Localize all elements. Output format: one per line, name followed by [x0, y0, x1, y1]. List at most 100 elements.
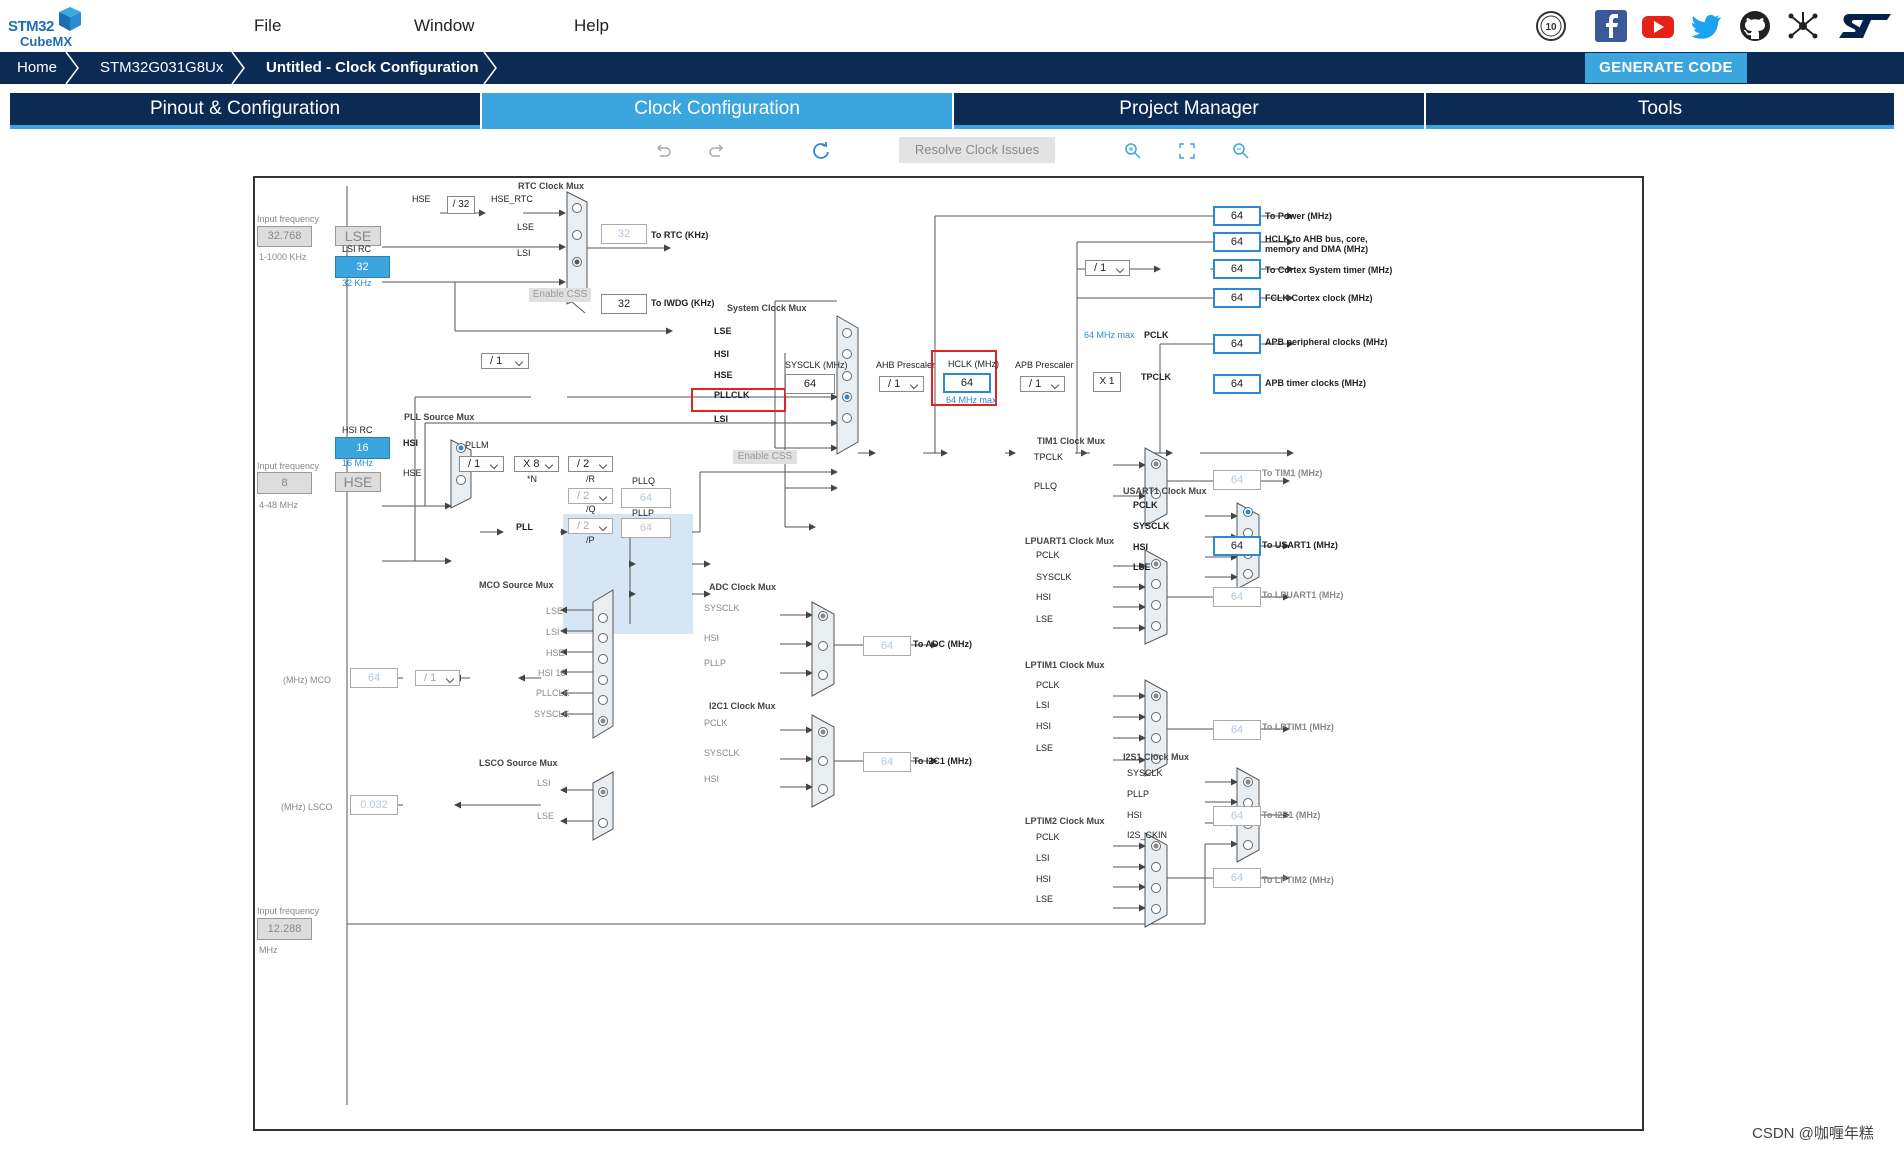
lptim1-pclk-label: PCLK	[1036, 680, 1060, 690]
tab-clock[interactable]: Clock Configuration	[482, 93, 952, 129]
i2s1-output: 64	[1213, 806, 1261, 826]
hse-source-block[interactable]: HSE	[335, 472, 381, 492]
mco-divider-select[interactable]: / 1	[415, 670, 460, 686]
chevron-right-icon	[65, 52, 79, 84]
youtube-icon[interactable]	[1640, 8, 1676, 44]
mco-lsi-label: LSI	[546, 627, 560, 637]
rtc-clock-mux-label: RTC Clock Mux	[518, 181, 585, 191]
breadcrumb-project[interactable]: Untitled - Clock Configuration	[266, 52, 478, 84]
lsco-label: (MHz) LSCO	[281, 802, 333, 812]
mco-hse-label: HSE	[546, 648, 565, 658]
apb-prescaler-select[interactable]: / 1	[1020, 376, 1065, 392]
sysclk-output: 64	[785, 374, 835, 394]
usart-hsi-label: HSI	[1133, 542, 1149, 552]
lpuart-sysclk-label: SYSCLK	[1036, 572, 1072, 582]
to-lpuart1-label: To LPUART1 (MHz)	[1262, 590, 1344, 600]
usart1-output[interactable]: 64	[1213, 536, 1261, 556]
i2s1-clock-mux-label: I2S1 Clock Mux	[1123, 752, 1190, 762]
hsi-divider-select[interactable]: / 1	[481, 353, 529, 369]
pllp-select[interactable]: / 2	[568, 518, 613, 534]
lsi-unit-label: 32 KHz	[342, 278, 372, 288]
pllr-label: /R	[586, 474, 595, 484]
power-clock-output[interactable]: 64	[1213, 206, 1261, 226]
breadcrumb-device[interactable]: STM32G031G8Ux	[100, 52, 223, 84]
facebook-icon[interactable]	[1593, 8, 1629, 44]
st-logo-icon[interactable]	[1835, 8, 1895, 44]
to-ahb-label-line2: memory and DMA (MHz)	[1265, 244, 1369, 254]
i2s-ckin-frequency-input[interactable]: 12.288	[257, 918, 312, 940]
lse-frequency-input[interactable]: 32.768	[257, 226, 312, 247]
mco-output: 64	[350, 668, 398, 688]
lsco-lsi-label: LSI	[537, 778, 551, 788]
apb-peripheral-output[interactable]: 64	[1213, 334, 1261, 354]
breadcrumb-home[interactable]: Home	[17, 52, 57, 84]
undo-icon[interactable]	[652, 140, 674, 162]
mco-hsi16-label: HSI 16	[538, 668, 566, 678]
tpclk-label: TPCLK	[1141, 372, 1171, 382]
lptim2-lsi-label: LSI	[1036, 853, 1050, 863]
zoom-in-icon[interactable]	[1122, 140, 1144, 162]
generate-code-button[interactable]: GENERATE CODE	[1585, 53, 1747, 83]
sys-mux-hse-label: HSE	[714, 370, 733, 380]
twitter-icon[interactable]	[1688, 8, 1724, 44]
redo-icon[interactable]	[706, 140, 728, 162]
lptim1-hsi-label: HSI	[1036, 721, 1052, 731]
sys-mux-lsi-label: LSI	[714, 414, 729, 424]
clock-tree-diagram: Input frequency 32.768 1-1000 KHz LSE LS…	[253, 176, 1644, 1131]
menu-window[interactable]: Window	[414, 16, 474, 36]
tim1-output: 64	[1213, 470, 1261, 490]
chevron-right-icon	[231, 52, 245, 84]
lptim1-lse-label: LSE	[1036, 743, 1054, 753]
tab-pinout[interactable]: Pinout & Configuration	[10, 93, 480, 129]
ahb-prescaler-select[interactable]: / 1	[879, 376, 924, 392]
i2c-hsi-label: HSI	[704, 774, 720, 784]
rtc-enable-css-button[interactable]: Enable CSS	[529, 288, 591, 302]
tab-project[interactable]: Project Manager	[954, 93, 1424, 129]
lsco-lse-label: LSE	[537, 811, 555, 821]
csdn-watermark: CSDN @咖喱年糕	[1752, 1125, 1874, 1142]
lsi-rc-block[interactable]: 32	[335, 256, 390, 278]
hsi-rc-block[interactable]: 16	[335, 437, 390, 459]
to-rtc-label: To RTC (KHz)	[651, 230, 709, 240]
lptim2-clock-mux-label: LPTIM2 Clock Mux	[1025, 816, 1105, 826]
resolve-clock-issues-button[interactable]: Resolve Clock Issues	[899, 137, 1055, 163]
lsco-source-mux-label: LSCO Source Mux	[479, 758, 558, 768]
pllm-select[interactable]: / 1	[459, 456, 504, 472]
sys-enable-css-button[interactable]: Enable CSS	[733, 450, 797, 464]
anniversary-badge-icon[interactable]: 10	[1533, 8, 1569, 44]
tab-tools[interactable]: Tools	[1426, 93, 1894, 129]
main-tabs: Pinout & Configuration Clock Configurati…	[10, 93, 1894, 129]
refresh-icon[interactable]	[810, 140, 832, 162]
zoom-out-icon[interactable]	[1230, 140, 1252, 162]
hclk-input[interactable]: 64	[943, 373, 991, 393]
adc-hsi-label: HSI	[704, 633, 720, 643]
usart1-clock-mux-label: USART1 Clock Mux	[1123, 486, 1207, 496]
to-tim1-label: To TIM1 (MHz)	[1262, 468, 1323, 478]
rtc-lsi-label: LSI	[517, 248, 531, 258]
fit-screen-icon[interactable]	[1176, 140, 1198, 162]
cortex-timer-output[interactable]: 64	[1213, 259, 1261, 279]
pllq-select[interactable]: / 2	[568, 488, 613, 504]
hclk-ahb-output[interactable]: 64	[1213, 232, 1261, 252]
menu-file[interactable]: File	[254, 16, 281, 36]
github-icon[interactable]	[1737, 8, 1773, 44]
pllr-select[interactable]: / 2	[568, 456, 613, 472]
lpuart-pclk-label: PCLK	[1036, 550, 1060, 560]
i2c1-clock-mux-label: I2C1 Clock Mux	[709, 701, 776, 711]
i2s-sysclk-label: SYSCLK	[1127, 768, 1163, 778]
hse-range-label: 4-48 MHz	[259, 500, 299, 510]
apb-timer-output[interactable]: 64	[1213, 374, 1261, 394]
stm32cubemx-logo: STM32 CubeMX	[8, 6, 81, 49]
cortex-timer-divider-select[interactable]: / 1	[1085, 260, 1130, 276]
lse-source-block[interactable]: LSE	[335, 226, 381, 246]
hse-rtc-divider[interactable]: / 32	[447, 196, 475, 214]
plln-label: *N	[527, 474, 538, 484]
usart-lse-label: LSE	[1133, 562, 1151, 572]
plln-select[interactable]: X 8	[514, 456, 559, 472]
community-network-icon[interactable]	[1785, 8, 1821, 44]
fclk-output[interactable]: 64	[1213, 288, 1261, 308]
adc-sysclk-label: SYSCLK	[704, 603, 740, 613]
hse-frequency-input[interactable]: 8	[257, 472, 312, 494]
rtc-hse-label: HSE	[412, 194, 431, 204]
menu-help[interactable]: Help	[574, 16, 609, 36]
